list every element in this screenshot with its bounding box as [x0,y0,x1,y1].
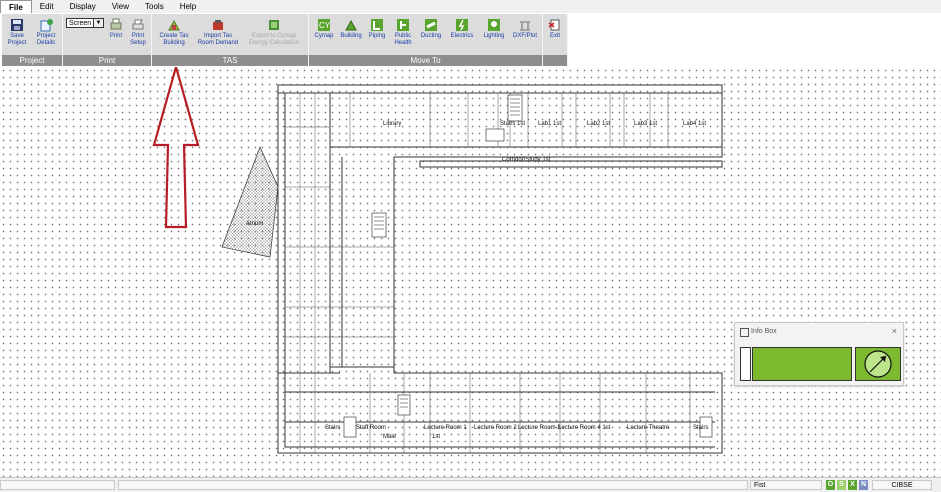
room-label-lab1[interactable]: Lab1 1st [538,121,561,127]
group-tas: Create Tas Building Import Tas Room Dema… [152,14,309,66]
move-to-lighting-button[interactable]: Lighting [479,18,509,40]
room-label-male[interactable]: Male [383,434,397,440]
room-label-staff-room[interactable]: Staff Room [356,425,386,431]
printer-icon [110,18,122,30]
move-to-piping-button[interactable]: Piping [365,18,389,40]
move-to-public-health-button[interactable]: Public Health [390,18,416,46]
export-energy-calc-button[interactable]: Export to Cymap Energy Calculation [242,18,306,46]
room-label-1st[interactable]: 1st [432,434,440,440]
project-details-icon [40,19,53,32]
group-title-tas: TAS [152,55,308,66]
cymap-icon: CY [318,19,331,31]
atrium-zone[interactable] [221,145,279,258]
move-to-electrics-button[interactable]: Electrics [446,18,478,40]
room-label-lab2[interactable]: Lab2 1st [587,121,610,127]
info-box-title: Info Box [751,328,777,335]
group-title-print: Print [63,55,151,66]
info-box-legend [740,347,751,381]
print-target-select[interactable]: Screen ▼ [66,18,104,28]
group-title-move-to: Move To [309,55,542,66]
import-icon [213,20,223,30]
exit-icon [548,19,560,31]
move-to-building-button[interactable]: Building [338,18,364,40]
room-label-stairs-left[interactable]: Stairs [325,425,340,431]
move-to-dxf-plot-button[interactable]: DXF/Plot [510,18,540,40]
lighting-icon [488,19,500,31]
info-box-color-swatch [752,347,852,381]
status-badge-n[interactable]: N [859,480,868,490]
save-icon [11,19,23,31]
room-label-lecture-theatre[interactable]: Lecture Theatre [627,425,670,431]
status-badge-s[interactable]: S [837,480,846,490]
arrow-up-icon [152,67,200,229]
room-label-lecture-room-2[interactable]: Lecture Room 2 [474,425,517,431]
room-label-lab4[interactable]: Lab4 1st [683,121,706,127]
group-title-project: Project [2,55,62,66]
info-box-panel[interactable]: Info Box × [734,322,904,386]
room-label-lecture-room-4[interactable]: Lecture Room 4 1st [558,425,611,431]
info-box-compass[interactable] [855,347,901,381]
move-to-ducting-button[interactable]: Ducting [417,18,445,40]
group-project: Save Project Project Details Project [2,14,63,66]
menu-edit[interactable]: Edit [32,0,62,13]
import-tas-room-demand-button[interactable]: Import Tas Room Demand [196,18,240,46]
drawing-canvas[interactable]: Library Stairs 1st Lab1 1st Lab2 1st Lab… [0,67,941,477]
menu-bar: File Edit Display View Tools Help [0,0,941,14]
status-field-1 [0,480,115,490]
room-label-library[interactable]: Library [383,121,401,127]
dxf-plot-icon [520,21,530,31]
save-project-button[interactable]: Save Project [6,18,28,46]
menu-help[interactable]: Help [172,0,204,13]
status-badge-x[interactable]: X [848,480,857,490]
window-icon [740,328,749,337]
move-to-cymap-button[interactable]: CY Cymap [311,18,337,40]
group-title-exit [543,55,567,66]
ducting-icon [425,19,437,31]
create-tas-building-button[interactable]: Create Tas Building [154,18,194,46]
ribbon: Save Project Project Details Project Scr… [0,13,941,67]
menu-file[interactable]: File [0,0,32,14]
status-floor: Fist [750,480,822,490]
group-move-to: CY Cymap Building Piping Public Health D… [309,14,543,66]
print-setup-button[interactable]: Print Setup [127,18,149,46]
print-setup-icon [132,19,144,30]
group-print: Screen ▼ Print Print Setup Print [63,14,152,66]
menu-tools[interactable]: Tools [137,0,172,13]
room-label-corridor[interactable]: Corridor/Study 1st [502,157,551,163]
status-field-2 [118,480,748,490]
electrics-icon [456,19,468,31]
status-badge-o[interactable]: O [826,480,835,490]
room-label-lab3[interactable]: Lab3 1st [634,121,657,127]
close-icon[interactable]: × [892,326,897,336]
building-icon [345,19,357,31]
room-label-stairs-right[interactable]: Stairs [693,425,708,431]
menu-view[interactable]: View [104,0,137,13]
svg-text:CY: CY [319,21,331,30]
chevron-down-icon: ▼ [93,19,103,27]
floor-plan[interactable]: Library Stairs 1st Lab1 1st Lab2 1st Lab… [0,67,941,477]
project-details-button[interactable]: Project Details [32,18,60,46]
room-label-atrium[interactable]: Atrium [246,221,263,227]
group-exit: Exit [543,14,568,66]
piping-icon [371,19,383,31]
compass-icon [864,350,892,378]
export-icon [269,20,279,30]
room-label-lecture-room-1[interactable]: Lecture Room 1 [424,425,467,431]
menu-display[interactable]: Display [62,0,104,13]
room-label-lecture-room-3[interactable]: Lecture Room 3 [518,425,561,431]
status-standard: CIBSE [872,480,932,490]
status-bar: Fist O S X N CIBSE [0,477,941,492]
print-button[interactable]: Print [107,18,125,40]
exit-button[interactable]: Exit [545,18,565,40]
create-building-icon [168,19,180,31]
public-health-icon [397,19,409,31]
room-label-stairs-1st[interactable]: Stairs 1st [500,121,525,127]
